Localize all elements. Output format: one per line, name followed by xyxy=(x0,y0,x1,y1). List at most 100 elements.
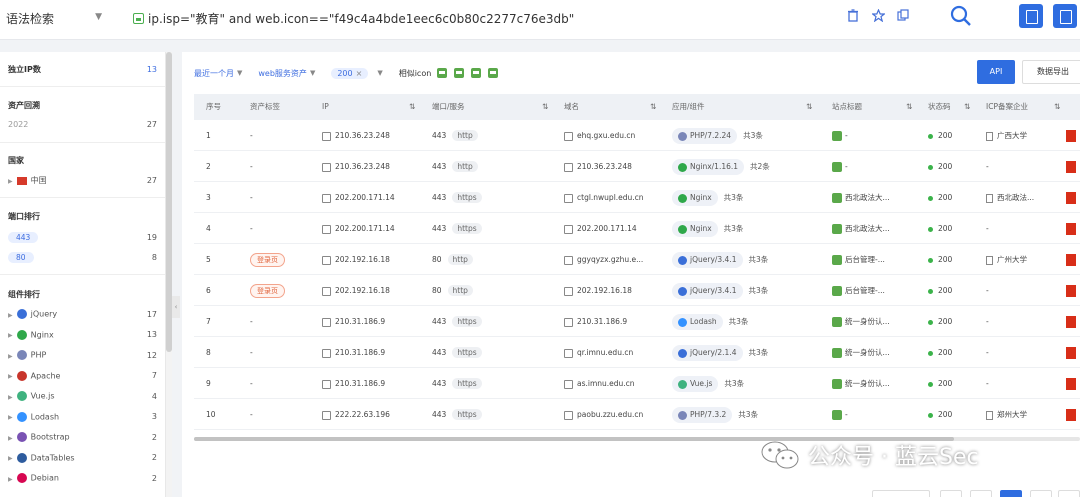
page-size-select[interactable] xyxy=(872,490,930,497)
title-cell[interactable]: - xyxy=(832,399,922,430)
port-cell[interactable]: 443 https xyxy=(432,368,482,399)
port-cell[interactable]: 443 https xyxy=(432,182,482,213)
title-cell[interactable]: 统一身份认... xyxy=(832,337,922,368)
column-header-ip[interactable]: IP xyxy=(322,94,329,120)
column-header-title[interactable]: 站点标题 xyxy=(832,94,862,120)
app-cell[interactable]: Lodash 共3条 xyxy=(672,306,822,337)
icp-text[interactable]: 西北政法... xyxy=(997,193,1034,202)
sort-icon[interactable]: ⇅ xyxy=(806,94,812,120)
app-tag[interactable]: Nginx/1.16.1 xyxy=(672,159,745,175)
app-cell[interactable]: PHP/7.2.24 共3条 xyxy=(672,120,822,151)
query-input[interactable]: ip.isp="教育" and web.icon=="f49c4a4bde1ee… xyxy=(133,8,574,28)
domain-cell[interactable]: ggyqyzx.gzhu.e... xyxy=(564,244,664,275)
more-link[interactable]: 共3条 xyxy=(749,286,769,295)
more-link[interactable]: 共3条 xyxy=(743,131,763,140)
more-link[interactable]: 共3条 xyxy=(738,410,758,419)
sort-icon[interactable]: ⇅ xyxy=(542,94,548,120)
column-header-domain[interactable]: 域名 xyxy=(564,94,579,120)
title-cell[interactable]: - xyxy=(832,151,922,182)
expand-icon[interactable]: ▶ xyxy=(8,476,13,483)
report-icon[interactable] xyxy=(1066,378,1076,390)
port-cell[interactable]: 80 http xyxy=(432,244,473,275)
table-row[interactable]: 3 - 202.200.171.14 443 https ctgl.nwupl.edu.c… xyxy=(194,182,1080,213)
icp-text[interactable]: 广州大学 xyxy=(997,255,1027,264)
component-item[interactable]: ▶ Apache 7 xyxy=(8,370,157,381)
port-item[interactable]: 443 19 xyxy=(8,232,157,243)
star-icon[interactable] xyxy=(870,8,886,23)
domain-cell[interactable]: qr.imnu.edu.cn xyxy=(564,337,664,368)
app-tag[interactable]: PHP/7.2.24 xyxy=(672,128,738,144)
app-tag[interactable]: Vue.js xyxy=(672,376,719,392)
country-item-china[interactable]: ▶ 中国 27 xyxy=(8,175,157,186)
app-cell[interactable]: Vue.js 共3条 xyxy=(672,368,822,399)
expand-icon[interactable]: ▶ xyxy=(8,332,13,339)
more-link[interactable]: 共2条 xyxy=(750,162,770,171)
component-item[interactable]: ▶ Lodash 3 xyxy=(8,411,157,422)
title-cell[interactable]: 西北政法大... xyxy=(832,182,922,213)
table-row[interactable]: 7 - 210.31.186.9 443 https 210.31.186.9 Lodash… xyxy=(194,306,1080,337)
column-header-app[interactable]: 应用/组件 xyxy=(672,94,705,120)
more-link[interactable]: 共3条 xyxy=(724,193,744,202)
service-filter[interactable]: web服务资产 ▼ xyxy=(258,68,315,79)
title-cell[interactable]: 统一身份认... xyxy=(832,368,922,399)
expand-icon[interactable]: ▶ xyxy=(8,312,13,319)
table-row[interactable]: 5 登录页 202.192.16.18 80 http ggyqyzx.gzhu.e...… xyxy=(194,244,1080,275)
domain-cell[interactable]: paobu.zzu.edu.cn xyxy=(564,399,664,430)
port-cell[interactable]: 443 https xyxy=(432,213,482,244)
port-cell[interactable]: 443 https xyxy=(432,306,482,337)
report-icon[interactable] xyxy=(1066,409,1076,421)
page-button[interactable] xyxy=(1030,490,1052,497)
report-icon[interactable] xyxy=(1066,161,1076,173)
site-icon[interactable] xyxy=(488,68,499,78)
table-row[interactable]: 10 - 222.22.63.196 443 https paobu.zzu.edu.cn… xyxy=(194,399,1080,430)
app-tag[interactable]: jQuery/3.4.1 xyxy=(672,252,743,268)
component-item[interactable]: ▶ PHP 12 xyxy=(8,350,157,360)
asset-tag-badge[interactable]: 登录页 xyxy=(250,253,285,267)
asset-tag-badge[interactable]: 登录页 xyxy=(250,284,285,298)
domain-cell[interactable]: ctgl.nwupl.edu.cn xyxy=(564,182,664,213)
title-cell[interactable]: - xyxy=(832,120,922,151)
title-cell[interactable]: 统一身份认... xyxy=(832,306,922,337)
domain-cell[interactable]: 202.192.16.18 xyxy=(564,275,664,306)
more-link[interactable]: 共3条 xyxy=(724,379,744,388)
expand-icon[interactable]: ▶ xyxy=(8,435,13,442)
ip-cell[interactable]: 202.200.171.14 xyxy=(322,182,395,213)
domain-cell[interactable]: as.imnu.edu.cn xyxy=(564,368,664,399)
api-button[interactable]: API xyxy=(977,60,1015,84)
port-cell[interactable]: 443 http xyxy=(432,120,478,151)
delete-icon[interactable] xyxy=(846,9,860,23)
export-button[interactable]: 数据导出 xyxy=(1022,60,1080,84)
search-icon[interactable] xyxy=(950,5,972,27)
document-list-button[interactable] xyxy=(1053,4,1077,28)
ip-cell[interactable]: 222.22.63.196 xyxy=(322,399,390,430)
ip-cell[interactable]: 210.36.23.248 xyxy=(322,151,390,182)
sort-icon[interactable]: ⇅ xyxy=(906,94,912,120)
port-cell[interactable]: 443 http xyxy=(432,151,478,182)
unique-ip-row[interactable]: 独立IP数 13 xyxy=(8,64,157,75)
report-icon[interactable] xyxy=(1066,285,1076,297)
ip-cell[interactable]: 210.31.186.9 xyxy=(322,306,385,337)
ip-cell[interactable]: 202.200.171.14 xyxy=(322,213,395,244)
table-row[interactable]: 9 - 210.31.186.9 443 https as.imnu.edu.cn Vue.… xyxy=(194,368,1080,399)
time-filter[interactable]: 最近一个月 ▼ xyxy=(194,68,242,79)
report-icon[interactable] xyxy=(1066,347,1076,359)
next-page-button[interactable] xyxy=(1058,490,1080,497)
app-cell[interactable]: Nginx 共3条 xyxy=(672,182,822,213)
report-icon[interactable] xyxy=(1066,223,1076,235)
expand-icon[interactable]: ▶ xyxy=(8,373,13,380)
sort-icon[interactable]: ⇅ xyxy=(964,94,970,120)
current-page-button[interactable] xyxy=(1000,490,1022,497)
icp-text[interactable]: 广西大学 xyxy=(997,131,1027,140)
ip-cell[interactable]: 210.36.23.248 xyxy=(322,120,390,151)
expand-icon[interactable]: ▶ xyxy=(8,353,13,360)
asset-history-item[interactable]: 2022 27 xyxy=(8,120,157,129)
port-cell[interactable]: 80 http xyxy=(432,275,473,306)
more-link[interactable]: 共3条 xyxy=(724,224,744,233)
component-item[interactable]: ▶ Debian 2 xyxy=(8,473,157,483)
icp-text[interactable]: 郑州大学 xyxy=(997,410,1027,419)
app-tag[interactable]: jQuery/2.1.4 xyxy=(672,345,743,361)
prev-page-button[interactable] xyxy=(940,490,962,497)
report-icon[interactable] xyxy=(1066,192,1076,204)
domain-cell[interactable]: 210.36.23.248 xyxy=(564,151,664,182)
more-link[interactable]: 共3条 xyxy=(749,255,769,264)
